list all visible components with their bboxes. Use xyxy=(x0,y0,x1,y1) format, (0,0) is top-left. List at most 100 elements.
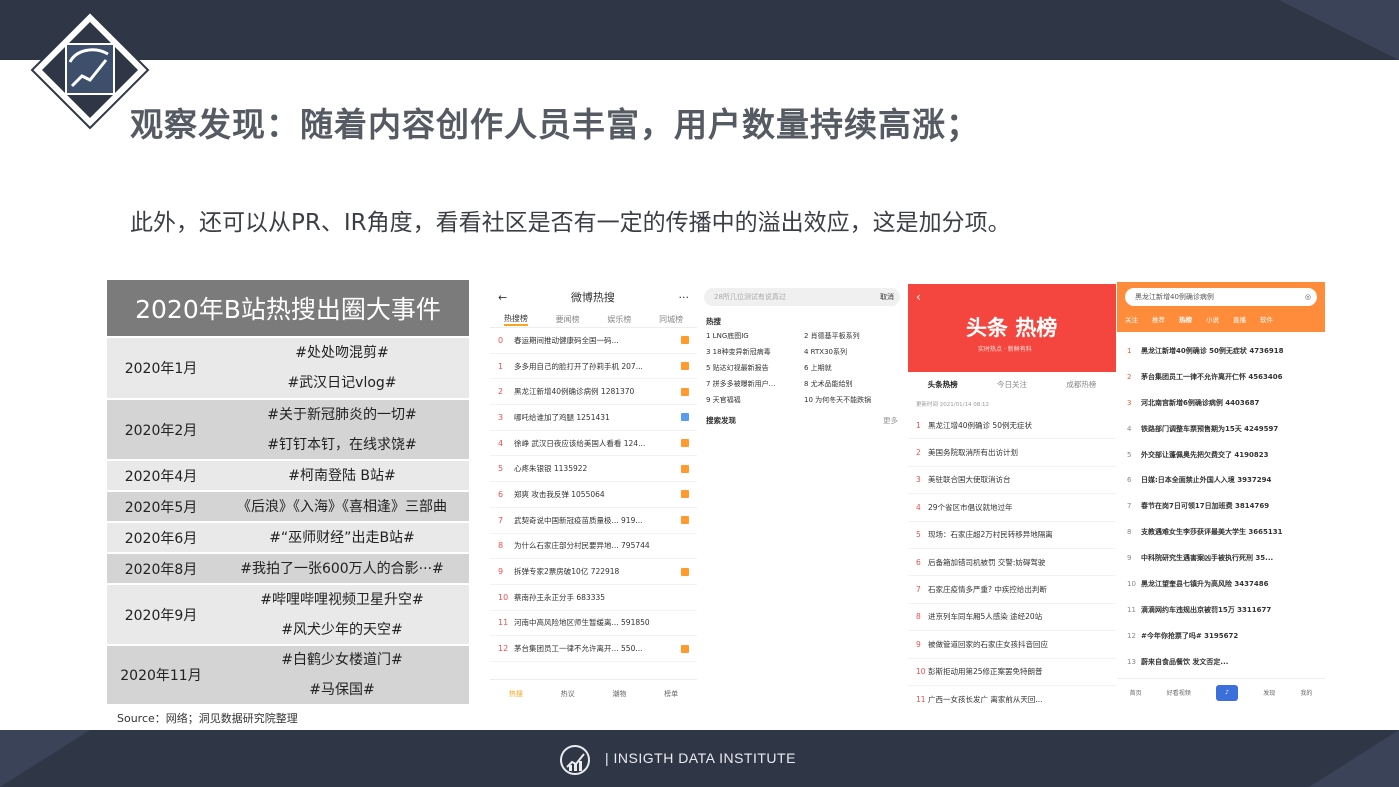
hot-search-item[interactable]: 5 贴达幻视最新报告 xyxy=(706,363,800,373)
footer-home[interactable]: 首页 xyxy=(1130,688,1142,697)
event-item: #武汉日记vlog# xyxy=(287,375,397,391)
new-badge-icon xyxy=(681,413,689,422)
footer-discover[interactable]: 发现 xyxy=(1263,688,1275,697)
list-item[interactable]: 6 日媒:日本全面禁止外国人入境 3937294 xyxy=(1127,467,1315,493)
tab-toutiao-hot[interactable]: 头条热榜 xyxy=(928,379,958,390)
tab-hot-list[interactable]: 热榜 xyxy=(1179,314,1192,324)
events-table-header: 2020年B站热搜出圈大事件 xyxy=(107,280,469,336)
list-item[interactable]: 1 多多用自己的脸打开了孙莉手机 207... xyxy=(490,354,697,380)
footer-mine[interactable]: 我的 xyxy=(1300,688,1312,697)
row-date: 2020年1月 xyxy=(124,361,198,377)
list-item[interactable]: 10 蔡南孙王永正分手 683335 xyxy=(490,585,697,611)
update-time: 更新时间 2021/01/14 08:12 xyxy=(916,402,990,408)
hot-search-item[interactable]: 10 为何冬天不能跌锅 xyxy=(804,395,898,405)
table-row: 2020年4月 #柯南登陆 B站# xyxy=(107,459,469,490)
list-item[interactable]: 4 铁路部门调整车票预售期为15天 4249597 xyxy=(1127,416,1315,442)
hot-search-item[interactable]: 2 肖德基平板系列 xyxy=(804,331,898,341)
list-item[interactable]: 5 现场：石家庄超2万村民转移异地隔离 xyxy=(908,522,1116,549)
footer-trends[interactable]: 潮物 xyxy=(612,689,626,699)
list-item[interactable]: 8 进京列车同车厢5人感染 途经20站 xyxy=(908,604,1116,632)
list-item[interactable]: 6 后备箱加错司机被罚 交警:妨碍驾驶 xyxy=(908,549,1116,577)
tab-live[interactable]: 直播 xyxy=(1233,314,1246,324)
event-item: #我拍了一张600万人的合影···# xyxy=(240,560,444,577)
search-input[interactable]: 28所几位测试有说真过 取消 xyxy=(704,288,900,306)
list-item[interactable]: 13 蔚来自食品餐饮 发文否定... xyxy=(1127,649,1315,675)
list-item[interactable]: 10 黑龙江望奎县七镇升为高风险 3437486 xyxy=(1127,571,1315,597)
list-item[interactable]: 7 春节在岗7日可领17日加班费 3814769 xyxy=(1127,493,1315,519)
list-item[interactable]: 11 河南中高风险地区师生暂缓离... 591850 xyxy=(490,611,697,637)
event-item: #哔哩哔哩视频卫星升空# xyxy=(260,591,424,608)
footer-discuss[interactable]: 热议 xyxy=(561,689,575,699)
search-input[interactable]: 黑龙江新增40例确诊病例 ◎ xyxy=(1125,288,1317,306)
list-item[interactable]: 7 武契奇说中国新冠疫苗质量极... 919... xyxy=(490,508,697,534)
back-chevron-icon[interactable]: ‹ xyxy=(916,290,921,304)
more-icon[interactable]: ··· xyxy=(679,291,690,304)
hot-badge-icon xyxy=(681,516,689,525)
weibo-title: 微博热搜 xyxy=(570,291,615,304)
page-title: 观察发现：随着内容创作人员丰富，用户数量持续高涨； xyxy=(130,105,980,144)
cancel-button[interactable]: 取消 xyxy=(880,292,894,302)
tab-follow[interactable]: 关注 xyxy=(1125,314,1138,324)
list-item[interactable]: 4 徐峥 武汉日夜应该给美国人看看 124... xyxy=(490,431,697,457)
tab-software[interactable]: 软件 xyxy=(1260,314,1273,324)
list-item[interactable]: 12 茅台集团员工一律不允许离开... 550... xyxy=(490,636,697,662)
weibo-hot-search-screenshot: ← 微博热搜 ··· 热搜榜 要闻榜 娱乐榜 同城榜 0 春运期间推动健康码全国一… xyxy=(490,282,697,707)
footer-logo-icon xyxy=(560,745,590,775)
hot-search-item[interactable]: 6 上期就 xyxy=(804,363,898,373)
hot-search-item[interactable]: 3 18种变异新冠病毒 xyxy=(706,347,800,357)
event-item: #白鹤少女楼道门# xyxy=(281,652,403,668)
more-link[interactable]: 更多 xyxy=(883,415,898,426)
tab-news[interactable]: 要闻榜 xyxy=(556,314,580,325)
list-item[interactable]: 5 心疼朱银银 1135922 xyxy=(490,456,697,483)
hot-search-item[interactable]: 8 尤术品能给别 xyxy=(804,379,898,389)
list-item[interactable]: 11 广西一女孩长发广 离家前从天回... xyxy=(908,686,1116,706)
table-row: 2020年5月 《后浪》《入海》《喜相逢》三部曲 xyxy=(107,490,469,521)
footer-hot-search[interactable]: 热搜 xyxy=(509,689,523,699)
list-item[interactable]: 9 拆弹专家2票房破10亿 722918 xyxy=(490,559,697,585)
list-item[interactable]: 2 茅台集团员工一律不允许离开仁怀 4563406 xyxy=(1127,364,1315,390)
row-date: 2020年4月 xyxy=(124,468,198,485)
list-item[interactable]: 8 支教遇难女生李莎获评最美大学生 3665131 xyxy=(1127,519,1315,545)
list-item[interactable]: 2 美国务院取消所有出访计划 xyxy=(908,439,1116,467)
baidu-hot-list-screenshot: 黑龙江新增40例确诊病例 ◎ 关注 推荐 热榜 小说 直播 软件 1 黑龙江新增4… xyxy=(1117,282,1325,706)
list-item[interactable]: 10 彭斯拒动用第25修正案罢免特朗普 xyxy=(908,659,1116,686)
footer-video[interactable]: 好看视频 xyxy=(1167,688,1191,697)
list-item[interactable]: 11 滴滴网约车违规出京被罚15万 3311677 xyxy=(1127,597,1315,623)
list-item[interactable]: 12 #今年你抢票了吗# 3195672 xyxy=(1127,623,1315,649)
list-item[interactable]: 8 为什么石家庄部分村民要异地... 795744 xyxy=(490,534,697,560)
back-arrow-icon[interactable]: ← xyxy=(498,291,507,304)
list-item[interactable]: 9 被做管道回家的石家庄女孩抖音回应 xyxy=(908,631,1116,659)
list-item[interactable]: 0 春运期间推动健康码全国一码... xyxy=(490,328,697,354)
list-item[interactable]: 2 黑龙江新增40例确诊病例 1281370 xyxy=(490,379,697,406)
hot-search-item[interactable]: 7 拼多多被曝新用户... xyxy=(706,379,800,389)
tab-local[interactable]: 同城榜 xyxy=(659,314,683,325)
tab-ent[interactable]: 娱乐榜 xyxy=(607,314,631,325)
tab-recommend[interactable]: 推荐 xyxy=(1152,314,1165,324)
toutiao-hot-list-screenshot: ‹ 头条 热榜 实时热点 · 新鲜有料 头条热榜 今日关注 成都热榜 更新时间 … xyxy=(908,284,1116,706)
row-date: 2020年6月 xyxy=(124,530,198,547)
tab-chengdu-hot[interactable]: 成都热榜 xyxy=(1066,379,1096,390)
footer-ranking[interactable]: 榜单 xyxy=(664,689,678,699)
event-item: #“巫师财经”出走B站# xyxy=(269,529,415,546)
hot-search-item[interactable]: 4 RTX30系列 xyxy=(804,347,898,357)
list-item[interactable]: 1 黑龙江增40例确诊 50例无症状 xyxy=(908,412,1116,440)
list-item[interactable]: 3 哪吒给谁加了鸡腿 1251431 xyxy=(490,405,697,431)
camera-icon[interactable]: ◎ xyxy=(1305,293,1311,301)
list-item[interactable]: 4 29个省区市倡议就地过年 xyxy=(908,494,1116,522)
tab-today-focus[interactable]: 今日关注 xyxy=(997,379,1027,390)
toutiao-logo: 头条 热榜 xyxy=(966,316,1058,340)
hot-search-item[interactable]: 1 LNG底图IG xyxy=(706,331,800,341)
tab-hot[interactable]: 热搜榜 xyxy=(503,313,528,326)
microphone-icon[interactable]: ♪ xyxy=(1216,684,1238,701)
row-date: 2020年9月 xyxy=(124,607,198,624)
tab-novel[interactable]: 小说 xyxy=(1206,314,1219,324)
list-item[interactable]: 7 石家庄疫情多严重? 中疾控给出判断 xyxy=(908,576,1116,604)
list-item[interactable]: 6 郑爽 攻击我反弹 1055064 xyxy=(490,482,697,508)
hot-search-item[interactable]: 9 天官福福 xyxy=(706,395,800,405)
list-item[interactable]: 3 河北南宫新增6例确诊病例 4403687 xyxy=(1127,390,1315,416)
discover-label: 搜索发现 xyxy=(706,416,736,425)
list-item[interactable]: 9 中科院研究生遇害案凶手被执行死刑 35... xyxy=(1127,545,1315,571)
list-item[interactable]: 3 美驻联合国大使取消访台 xyxy=(908,467,1116,495)
list-item[interactable]: 1 黑龙江新增40例确诊 50例无症状 4736918 xyxy=(1127,338,1315,364)
list-item[interactable]: 5 外交部让蓬佩奥先把欠费交了 4190823 xyxy=(1127,442,1315,468)
